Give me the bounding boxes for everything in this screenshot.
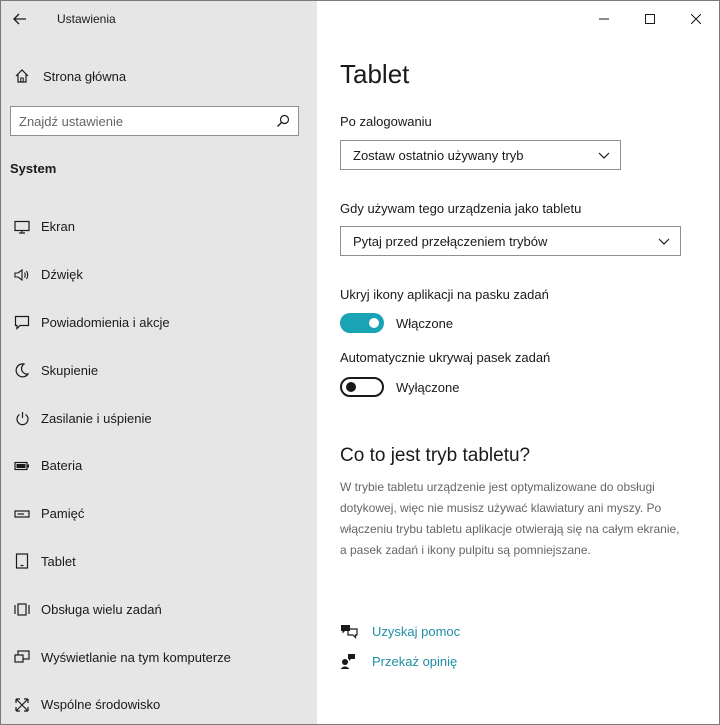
search-icon[interactable] (268, 114, 298, 128)
hide-icons-toggle[interactable] (340, 313, 384, 333)
sidebar-item-label: Dźwięk (41, 267, 83, 283)
search-box (10, 106, 299, 136)
info-text: W trybie tabletu urządzenie jest optymal… (340, 480, 680, 557)
storage-icon (1, 510, 39, 518)
minimize-button[interactable] (581, 1, 627, 37)
auto-hide-toggle-row[interactable]: Wyłączone (340, 377, 459, 397)
nav-list: Ekran Dźwięk Powiadomienia i akcje Skupi… (1, 203, 317, 724)
login-mode-dropdown[interactable]: Zostaw ostatnio używany tryb (340, 140, 621, 170)
back-arrow-icon (13, 13, 26, 25)
settings-window: Ustawienia Strona główna System (0, 0, 720, 725)
tablet-icon (1, 553, 39, 570)
tablet-use-value: Pytaj przed przełączeniem trybów (353, 233, 548, 249)
sidebar-item-power[interactable]: Zasilanie i uśpienie (1, 394, 317, 442)
sidebar-item-label: Skupienie (41, 362, 99, 378)
sidebar-item-label: Powiadomienia i akcje (41, 314, 170, 330)
give-feedback-label: Przekaż opinię (372, 653, 458, 669)
hide-icons-label: Ukryj ikony aplikacji na pasku zadań (340, 287, 549, 302)
sidebar-item-label: Wyświetlanie na tym komputerze (41, 649, 231, 665)
sidebar-item-display[interactable]: Ekran (1, 203, 317, 251)
sidebar-item-multitasking[interactable]: Obsługa wielu zadań (1, 585, 317, 633)
close-button[interactable] (673, 1, 719, 37)
info-heading: Co to jest tryb tabletu? (340, 445, 531, 466)
sidebar-item-label: Ekran (41, 219, 75, 235)
section-title: System (10, 161, 57, 176)
login-mode-value: Zostaw ostatnio używany tryb (353, 147, 524, 163)
battery-icon (1, 461, 39, 471)
sidebar-item-battery[interactable]: Bateria (1, 442, 317, 490)
sidebar-item-label: Pamięć (41, 506, 85, 522)
toggle-knob (369, 318, 379, 328)
toggle-knob (346, 382, 356, 392)
feedback-icon (340, 653, 364, 669)
auto-hide-state: Wyłączone (396, 379, 460, 395)
sidebar-item-label: Tablet (41, 553, 76, 569)
sidebar-item-focus[interactable]: Skupienie (1, 346, 317, 394)
sidebar: Ustawienia Strona główna System (1, 1, 317, 724)
sidebar-item-tablet[interactable]: Tablet (1, 538, 317, 586)
tablet-use-label: Gdy używam tego urządzenia jako tabletu (340, 201, 582, 216)
search-input[interactable] (11, 113, 268, 129)
chevron-down-icon (598, 152, 610, 159)
help-chat-icon (340, 623, 364, 639)
tablet-use-dropdown[interactable]: Pytaj przed przełączeniem trybów (340, 226, 681, 256)
projecting-icon (1, 650, 39, 664)
notification-icon (1, 315, 39, 330)
hide-icons-toggle-row[interactable]: Włączone (340, 313, 453, 333)
close-icon (691, 14, 701, 24)
sidebar-item-label: Zasilanie i uśpienie (41, 410, 152, 426)
sidebar-item-label: Wspólne środowisko (41, 697, 161, 713)
sidebar-item-notifications[interactable]: Powiadomienia i akcje (1, 299, 317, 347)
speaker-icon (1, 268, 39, 282)
main-content: Tablet Po zalogowaniu Zostaw ostatnio uż… (317, 1, 719, 724)
shared-experiences-icon (1, 697, 39, 713)
sidebar-item-sound[interactable]: Dźwięk (1, 251, 317, 299)
minimize-icon (599, 18, 609, 20)
hide-icons-state: Włączone (396, 315, 454, 331)
sidebar-item-label: Bateria (41, 458, 83, 474)
auto-hide-label: Automatycznie ukrywaj pasek zadań (340, 350, 551, 365)
page-title: Tablet (340, 59, 410, 89)
home-label: Strona główna (43, 68, 127, 84)
back-button[interactable] (7, 7, 33, 31)
sidebar-item-label: Obsługa wielu zadań (41, 601, 162, 617)
multitasking-icon (1, 602, 39, 617)
monitor-icon (1, 220, 39, 234)
sidebar-item-storage[interactable]: Pamięć (1, 490, 317, 538)
give-feedback-link[interactable]: Przekaż opinię (340, 653, 457, 669)
get-help-label: Uzyskaj pomoc (372, 623, 461, 639)
sidebar-item-shared-experiences[interactable]: Wspólne środowisko (1, 681, 317, 724)
maximize-icon (645, 14, 655, 24)
sidebar-item-projecting[interactable]: Wyświetlanie na tym komputerze (1, 633, 317, 681)
auto-hide-toggle[interactable] (340, 377, 384, 397)
home-icon (1, 68, 43, 84)
get-help-link[interactable]: Uzyskaj pomoc (340, 623, 460, 639)
chevron-down-icon (658, 238, 670, 245)
maximize-button[interactable] (627, 1, 673, 37)
login-mode-label: Po zalogowaniu (340, 114, 432, 129)
home-nav-item[interactable]: Strona główna (1, 59, 317, 93)
app-title: Ustawienia (57, 12, 116, 26)
moon-icon (1, 363, 39, 378)
window-controls (581, 1, 719, 37)
power-icon (1, 411, 39, 426)
